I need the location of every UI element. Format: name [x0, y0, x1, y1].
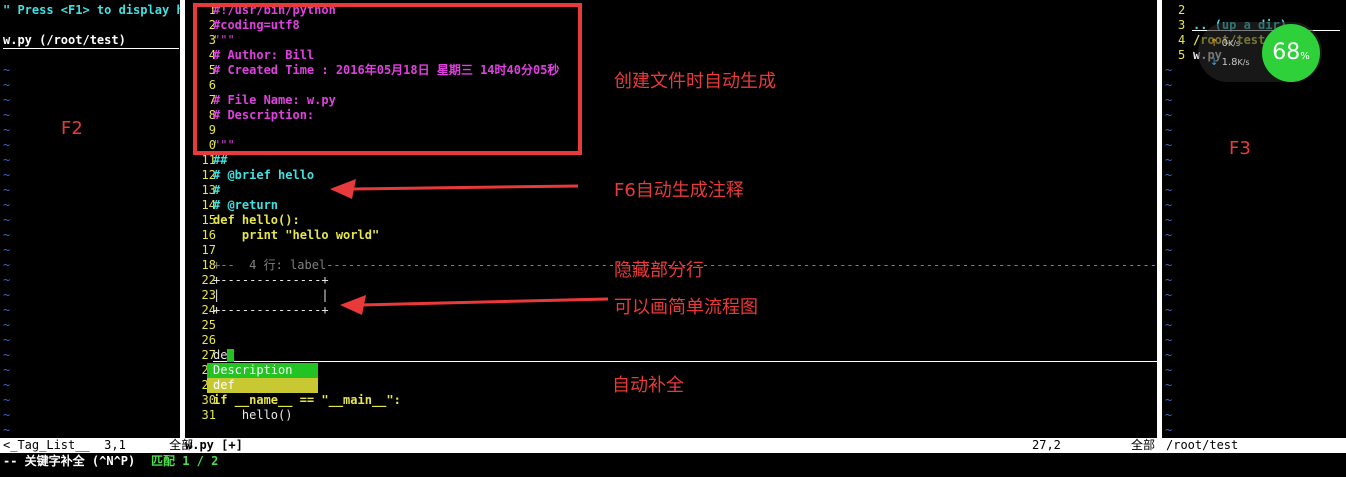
annotation-hide-lines: 隐藏部分行 — [614, 260, 704, 281]
status-bar: <_Tag_List__ 3,1 全部 w.py [+] 27,2 全部 /ro… — [0, 438, 1346, 453]
completion-match: 匹配 1 / 2 — [151, 454, 219, 468]
arrow-to-brief-comment — [330, 179, 579, 199]
annotation-auto-header: 创建文件时自动生成 — [614, 71, 776, 92]
annotation-flowchart: 可以画简单流程图 — [614, 297, 758, 318]
arrow-to-flowchart — [340, 295, 609, 315]
annotation-f3: F3 — [1229, 138, 1251, 159]
status-all: 全部 — [1131, 438, 1156, 452]
status-dir: /root/test — [1166, 438, 1239, 452]
status-filename: w.py [+] — [185, 438, 243, 452]
status-taglist: <_Tag_List__ 3,1 全部 — [3, 438, 194, 452]
status-cursor-pos: 27,2 — [1032, 438, 1061, 452]
command-line[interactable]: -- 关键字补全 (^N^P) 匹配 1 / 2 — [0, 453, 1346, 477]
completion-mode: -- 关键字补全 (^N^P) — [3, 454, 136, 468]
annotation-autocomplete: 自动补全 — [612, 375, 684, 396]
annotation-f2: F2 — [61, 118, 83, 139]
annotation-f6-comment: F6自动生成注释 — [614, 180, 744, 201]
